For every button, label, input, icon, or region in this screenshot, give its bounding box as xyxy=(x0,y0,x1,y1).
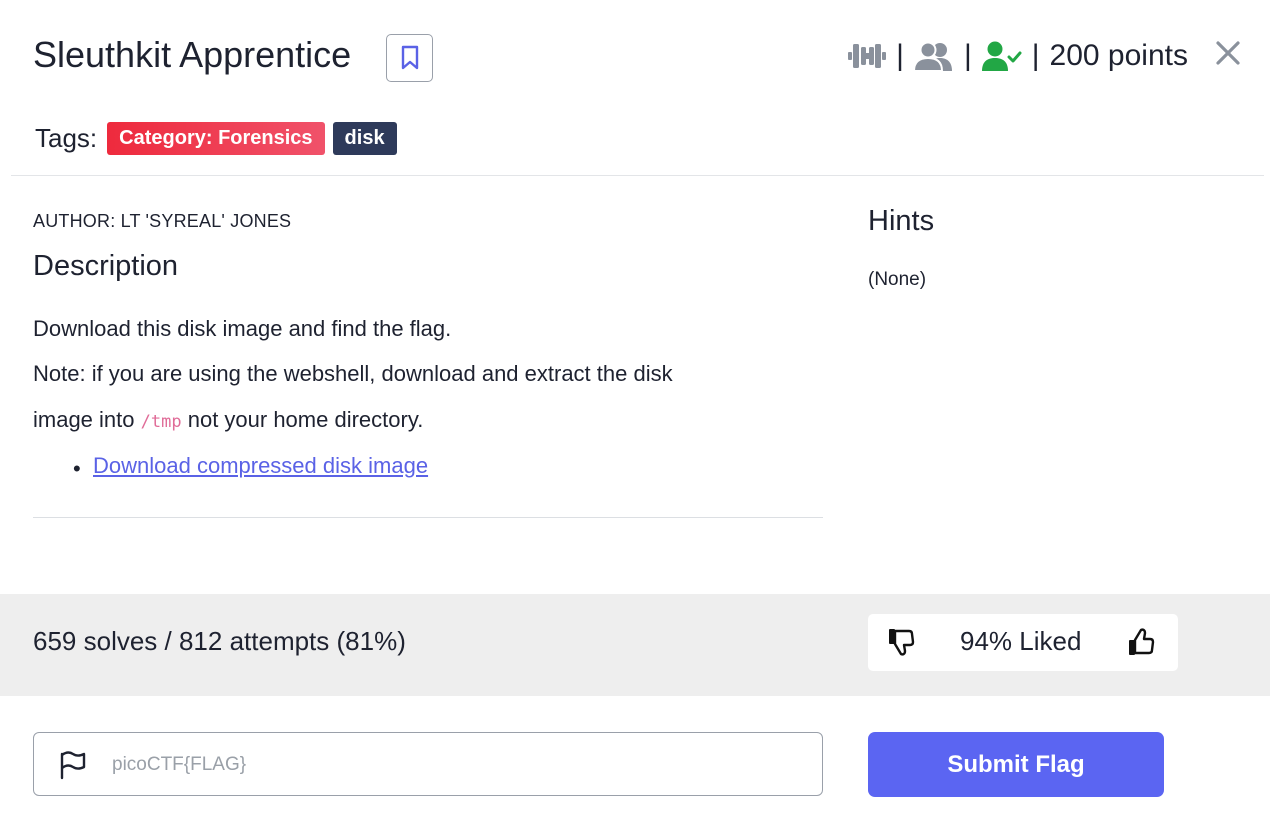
meta-separator: | xyxy=(896,39,904,72)
meta-separator: | xyxy=(963,39,972,72)
description-divider xyxy=(33,517,823,518)
thumbs-up-icon xyxy=(1129,628,1155,655)
description-line-2: Note: if you are using the webshell, dow… xyxy=(33,361,673,386)
tmp-path-code: /tmp xyxy=(140,412,182,432)
list-bullet: • xyxy=(73,456,81,481)
hints-heading: Hints xyxy=(868,205,935,237)
challenge-title: Sleuthkit Apprentice xyxy=(33,34,352,75)
users-icon xyxy=(913,41,952,71)
close-button[interactable] xyxy=(1213,38,1243,68)
download-disk-image-link[interactable]: Download compressed disk image xyxy=(93,453,428,479)
header-divider xyxy=(11,175,1264,176)
points-label: 200 points xyxy=(1049,39,1188,72)
submit-flag-button[interactable]: Submit Flag xyxy=(868,732,1164,797)
dislike-button[interactable] xyxy=(887,626,919,658)
bookmark-icon xyxy=(401,45,418,70)
challenge-meta: | | | 200 points xyxy=(848,36,1188,76)
description-heading: Description xyxy=(33,250,179,282)
description-text: not your home directory. xyxy=(187,407,424,432)
tags-row: Tags: Category: Forensics disk xyxy=(35,120,397,156)
close-icon xyxy=(1216,41,1240,65)
dumbbell-icon xyxy=(848,44,887,68)
meta-separator: | xyxy=(1031,39,1040,72)
tags-label: Tags: xyxy=(35,122,98,153)
flag-icon xyxy=(58,750,88,780)
description-text: image into xyxy=(33,407,135,432)
tag-disk[interactable]: disk xyxy=(332,121,397,155)
description-line-3: image into /tmp not your home directory. xyxy=(33,407,423,433)
hints-value: (None) xyxy=(868,269,927,290)
solves-count: 659 solves / 812 attempts (81%) xyxy=(33,626,406,656)
like-button[interactable] xyxy=(1127,626,1159,658)
user-check-icon xyxy=(981,41,1022,71)
bookmark-button[interactable] xyxy=(386,34,433,82)
liked-percentage: 94% Liked xyxy=(960,626,1082,656)
author-label: AUTHOR: LT 'SYREAL' JONES xyxy=(33,211,292,231)
thumbs-down-icon xyxy=(889,629,915,656)
description-line-1: Download this disk image and find the fl… xyxy=(33,316,452,341)
flag-input[interactable] xyxy=(110,745,804,785)
tag-category[interactable]: Category: Forensics xyxy=(107,121,325,155)
